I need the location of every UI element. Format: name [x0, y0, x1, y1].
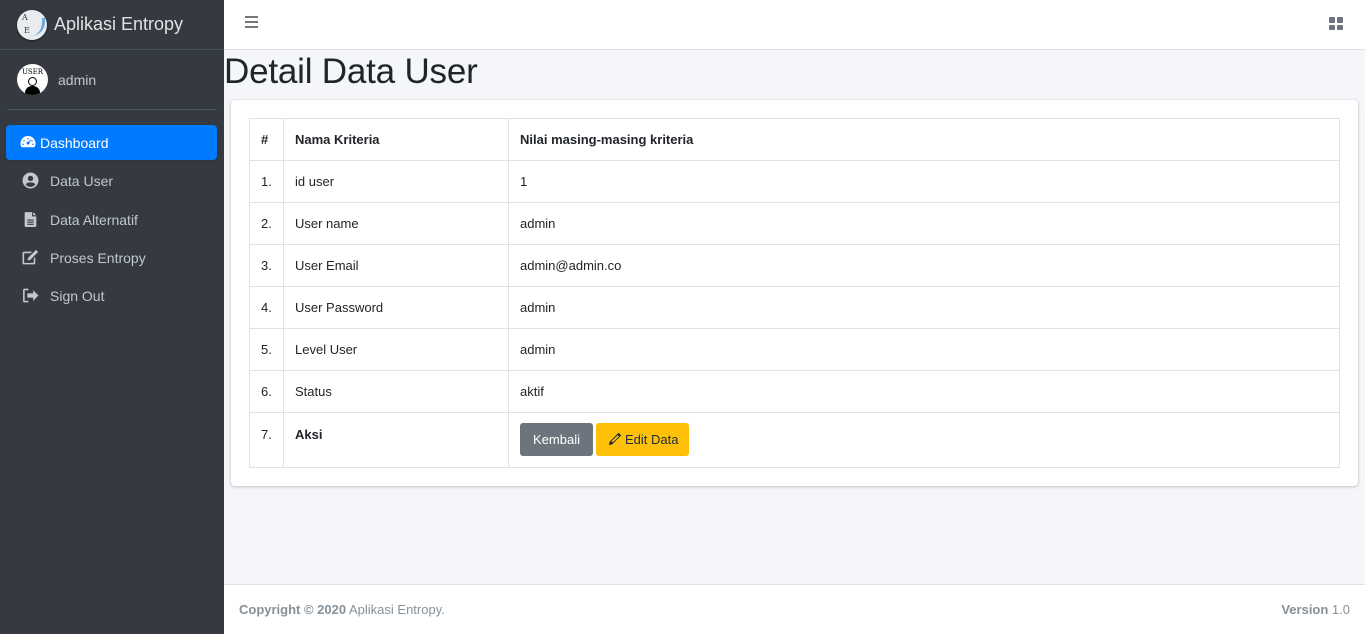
- table-row: 5. Level User admin: [249, 328, 1340, 371]
- row-number: 2.: [249, 202, 284, 245]
- row-criteria: Aksi: [283, 412, 509, 468]
- brand-logo: A E: [17, 9, 47, 40]
- row-number: 5.: [249, 328, 284, 371]
- footer-version: Version 1.0: [1281, 602, 1350, 617]
- row-criteria: User Email: [283, 244, 509, 287]
- sign-out-icon: [23, 288, 39, 303]
- sidebar-nav: Dashboard Data User Data Alternatif Pros…: [0, 110, 224, 313]
- row-criteria: User name: [283, 202, 509, 245]
- sidebar-item-proses-entropy[interactable]: Proses Entropy: [6, 240, 217, 275]
- user-circle-icon: [22, 172, 39, 189]
- pencil-icon: [608, 432, 622, 446]
- top-navbar: [224, 0, 1365, 50]
- version-value: 1.0: [1328, 602, 1350, 617]
- edit-data-button[interactable]: Edit Data: [595, 423, 690, 456]
- edit-data-label: Edit Data: [624, 432, 679, 447]
- table-header-row: # Nama Kriteria Nilai masing-masing krit…: [249, 118, 1340, 161]
- detail-card: # Nama Kriteria Nilai masing-masing krit…: [231, 100, 1358, 486]
- sidebar: A E Aplikasi Entropy USER admin Dashboar…: [0, 0, 224, 634]
- avatar[interactable]: USER: [17, 64, 48, 95]
- logo-swoosh: [29, 17, 45, 36]
- row-number: 4.: [249, 286, 284, 329]
- row-criteria: Status: [283, 370, 509, 413]
- grid-apps-icon[interactable]: [1329, 17, 1343, 30]
- footer: Copyright © 2020 Aplikasi Entropy. Versi…: [224, 584, 1365, 634]
- sidebar-item-data-alternatif[interactable]: Data Alternatif: [6, 202, 217, 237]
- tachometer-icon: [20, 136, 36, 148]
- row-number: 7.: [249, 412, 284, 468]
- user-panel: USER admin: [7, 50, 217, 110]
- footer-copyright: Copyright © 2020 Aplikasi Entropy.: [239, 602, 445, 617]
- row-value: aktif: [508, 370, 1340, 413]
- sidebar-item-label: Data Alternatif: [50, 211, 138, 228]
- avatar-text: USER: [21, 68, 44, 76]
- row-number: 6.: [249, 370, 284, 413]
- sidebar-item-label: Dashboard: [40, 134, 109, 151]
- sidebar-item-sign-out[interactable]: Sign Out: [6, 278, 217, 313]
- row-criteria: Level User: [283, 328, 509, 371]
- table-row: 3. User Email admin@admin.co: [249, 244, 1340, 287]
- row-number: 1.: [249, 160, 284, 203]
- table-row: 6. Status aktif: [249, 370, 1340, 413]
- copyright-app-link[interactable]: Aplikasi Entropy.: [346, 602, 445, 617]
- sidebar-item-data-user[interactable]: Data User: [6, 163, 217, 198]
- row-value: 1: [508, 160, 1340, 203]
- avatar-body: [25, 86, 40, 95]
- brand-title: Aplikasi Entropy: [54, 14, 184, 34]
- brand-link[interactable]: A E Aplikasi Entropy: [0, 0, 224, 50]
- table-row: 4. User Password admin: [249, 286, 1340, 329]
- row-value: admin: [508, 202, 1340, 245]
- version-label: Version: [1281, 602, 1329, 617]
- hamburger-menu-icon[interactable]: [245, 16, 258, 29]
- user-name[interactable]: admin: [58, 72, 96, 88]
- row-criteria: id user: [283, 160, 509, 203]
- row-value: admin: [508, 328, 1340, 371]
- avatar-head: [28, 77, 37, 86]
- copyright-text: Copyright © 2020: [239, 602, 347, 617]
- col-header-criteria: Nama Kriteria: [283, 118, 509, 161]
- col-header-number: #: [249, 118, 284, 161]
- sidebar-item-label: Proses Entropy: [50, 249, 146, 266]
- detail-table: # Nama Kriteria Nilai masing-masing krit…: [249, 118, 1340, 468]
- sidebar-item-label: Data User: [50, 172, 114, 189]
- sidebar-item-label: Sign Out: [50, 287, 105, 304]
- row-value: admin@admin.co: [508, 244, 1340, 287]
- row-value: admin: [508, 286, 1340, 329]
- page-title: Detail Data User: [224, 52, 478, 91]
- logo-letter-top: A: [22, 12, 28, 22]
- col-header-value: Nilai masing-masing kriteria: [508, 118, 1340, 161]
- row-number: 3.: [249, 244, 284, 287]
- action-row: 7. Aksi Kembali Edit Data: [249, 412, 1340, 468]
- file-alt-icon: [24, 212, 37, 227]
- edit-icon: [22, 249, 39, 265]
- action-buttons: Kembali Edit Data: [508, 412, 1340, 468]
- table-row: 2. User name admin: [249, 202, 1340, 245]
- table-row: 1. id user 1: [249, 160, 1340, 203]
- sidebar-item-dashboard[interactable]: Dashboard: [6, 125, 217, 160]
- row-criteria: User Password: [283, 286, 509, 329]
- back-button[interactable]: Kembali: [520, 423, 593, 456]
